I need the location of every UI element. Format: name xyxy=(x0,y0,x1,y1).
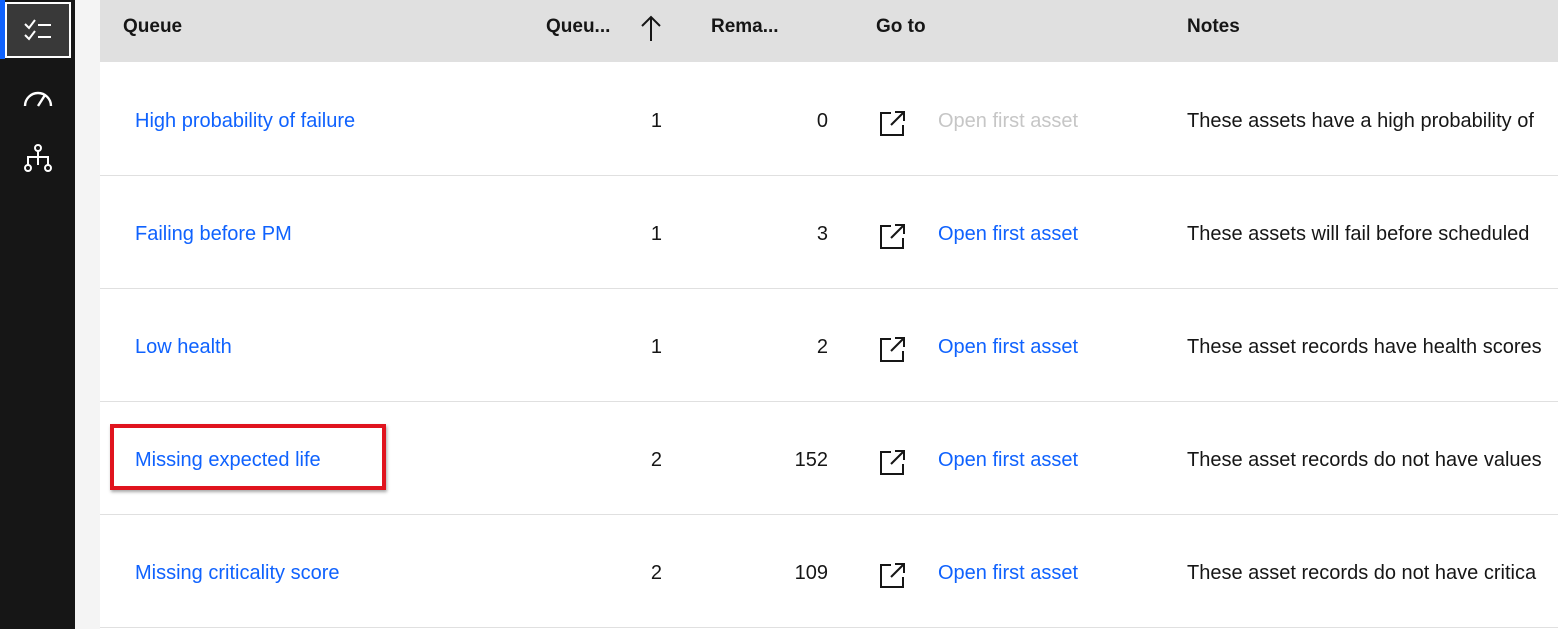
launch-icon[interactable] xyxy=(879,222,907,250)
table-row: Failing before PM 1 3 Open first asset T… xyxy=(100,176,1558,289)
queue-link[interactable]: Failing before PM xyxy=(135,176,292,289)
open-first-asset-link[interactable]: Open first asset xyxy=(938,402,1078,515)
launch-icon[interactable] xyxy=(879,109,907,137)
column-header-go-to[interactable]: Go to xyxy=(876,0,926,62)
checklist-icon xyxy=(22,16,54,44)
notes-text: These asset records have health scores xyxy=(1187,336,1542,358)
column-header-notes[interactable]: Notes xyxy=(1187,0,1240,62)
queue-link[interactable]: Missing criticality score xyxy=(135,515,339,628)
content-gutter xyxy=(75,0,100,629)
launch-icon[interactable] xyxy=(879,448,907,476)
column-header-queue-priority[interactable]: Queu... xyxy=(546,0,610,62)
dashboard-gauge-icon xyxy=(22,86,54,110)
remaining-value: 109 xyxy=(794,562,828,584)
queue-priority-value: 2 xyxy=(650,562,662,584)
queue-link[interactable]: Low health xyxy=(135,289,232,402)
table-row: Missing criticality score 2 109 Open fir… xyxy=(100,515,1558,628)
column-header-remaining[interactable]: Rema... xyxy=(711,0,779,62)
nav-item-dashboard[interactable] xyxy=(5,70,71,126)
table-row: High probability of failure 1 0 Open fir… xyxy=(100,63,1558,176)
hierarchy-icon xyxy=(23,143,53,173)
open-first-asset-link[interactable]: Open first asset xyxy=(938,289,1078,402)
queues-table: Queue Queu... Rema... Go to Notes High p… xyxy=(100,0,1558,629)
queue-link[interactable]: High probability of failure xyxy=(135,63,355,176)
notes-text: These assets have a high probability of xyxy=(1187,110,1534,132)
notes-text: These asset records do not have critica xyxy=(1187,562,1537,584)
notes-text: These assets will fail before scheduled xyxy=(1187,223,1530,245)
app-window: Queue Queu... Rema... Go to Notes High p… xyxy=(0,0,1558,629)
open-first-asset-link[interactable]: Open first asset xyxy=(938,176,1078,289)
launch-icon[interactable] xyxy=(879,561,907,589)
launch-icon[interactable] xyxy=(879,335,907,363)
open-first-asset-link: Open first asset xyxy=(938,110,1079,132)
queue-link[interactable]: Missing expected life xyxy=(135,402,321,515)
queue-priority-value: 1 xyxy=(650,223,662,245)
remaining-value: 2 xyxy=(816,336,828,358)
remaining-value: 0 xyxy=(816,110,828,132)
column-header-queue[interactable]: Queue xyxy=(123,0,182,62)
notes-text: These asset records do not have values xyxy=(1187,449,1542,471)
table-row: Low health 1 2 Open first asset These as… xyxy=(100,289,1558,402)
nav-item-hierarchy[interactable] xyxy=(5,130,71,186)
table-header: Queue Queu... Rema... Go to Notes xyxy=(100,0,1558,62)
open-first-asset-link[interactable]: Open first asset xyxy=(938,515,1078,628)
queue-priority-value: 1 xyxy=(650,336,662,358)
side-nav-rail xyxy=(0,0,75,629)
queue-priority-value: 1 xyxy=(650,110,662,132)
arrow-up-icon[interactable] xyxy=(640,14,662,42)
remaining-value: 3 xyxy=(816,223,828,245)
table-row: Missing expected life 2 152 Open first a… xyxy=(100,402,1558,515)
remaining-value: 152 xyxy=(794,449,828,471)
queue-priority-value: 2 xyxy=(650,449,662,471)
nav-item-queues[interactable] xyxy=(5,2,71,58)
